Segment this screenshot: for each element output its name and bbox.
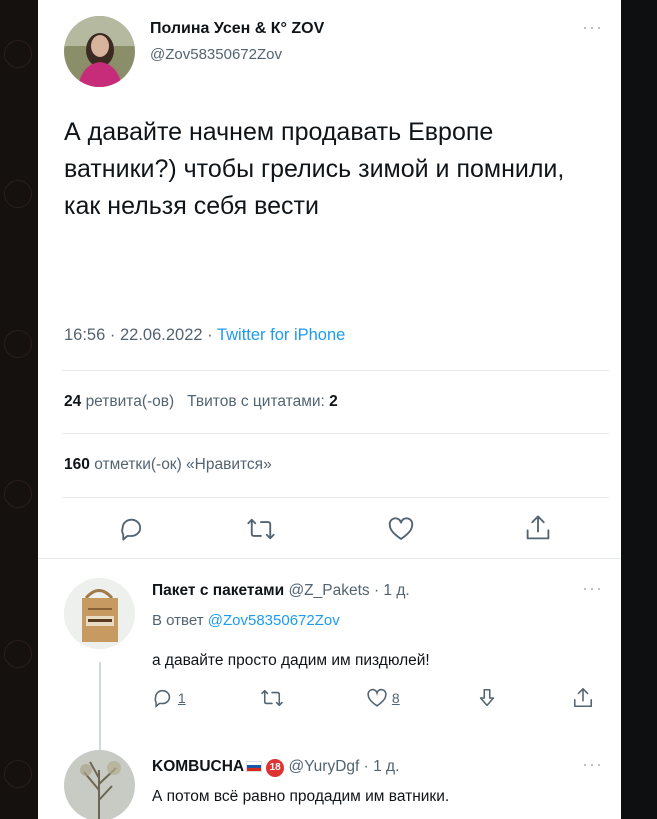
- reply-author-name: Пакет с пакетами: [152, 582, 285, 599]
- tweet-meta: 16:56 · 22.06.2022 · Twitter for iPhone: [64, 326, 346, 344]
- background-left: [0, 0, 38, 819]
- retweet-stats: 24 ретвита(-ов) Твитов с цитатами: 2: [64, 393, 338, 411]
- heart-icon: [367, 688, 387, 707]
- author-handle[interactable]: @Zov58350672Zov: [150, 46, 282, 63]
- tweet-text: А давайте начнем продавать Европе ватник…: [64, 118, 565, 220]
- reply-to-label: В ответ: [152, 612, 204, 629]
- reply-to-handle[interactable]: @Zov58350672Zov: [208, 612, 340, 629]
- retweet-icon: [261, 689, 283, 707]
- more-icon[interactable]: ···: [582, 755, 603, 773]
- reply-retweet-button[interactable]: [260, 688, 284, 711]
- reply-count: 1: [177, 690, 186, 706]
- author-avatar[interactable]: [64, 16, 135, 87]
- divider: [62, 497, 609, 498]
- likes-label: отметки(-ок) «Нравится»: [94, 456, 272, 473]
- russia-flag-icon: [246, 761, 263, 772]
- tweet-date[interactable]: 22.06.2022: [120, 326, 203, 344]
- reply-like-button[interactable]: 8: [366, 687, 400, 709]
- author-name[interactable]: Полина Усен & К° ZOV: [150, 20, 324, 38]
- age-18-icon: 18: [266, 759, 285, 777]
- reply-share-button[interactable]: [572, 686, 594, 713]
- reply-icon[interactable]: [118, 515, 146, 543]
- reply-icon: [154, 689, 171, 708]
- reply-author-name: KOMBUCHA: [152, 758, 245, 775]
- reply-reply-button[interactable]: 1: [152, 687, 186, 709]
- retweets-label: ретвита(-ов): [85, 393, 175, 410]
- retweets-count: 24: [64, 393, 82, 410]
- tweet-source[interactable]: Twitter for iPhone: [217, 326, 345, 344]
- reply-handle-time: @Z_Pakets · 1 д.: [288, 582, 410, 599]
- reply-handle-time: @YuryDgf · 1 д.: [288, 758, 400, 775]
- background-right: [621, 0, 657, 819]
- retweets-link[interactable]: 24 ретвита(-ов): [64, 393, 174, 410]
- retweet-icon[interactable]: [246, 516, 276, 542]
- like-stats[interactable]: 160 отметки(-ок) «Нравится»: [64, 456, 272, 474]
- reply-avatar[interactable]: [64, 578, 135, 649]
- more-icon[interactable]: ···: [582, 18, 603, 36]
- divider: [62, 433, 609, 434]
- likes-count: 160: [64, 456, 90, 473]
- divider: [38, 558, 621, 559]
- quotes-count: 2: [329, 393, 338, 410]
- reply-avatar[interactable]: [64, 750, 135, 819]
- share-icon: [573, 688, 593, 708]
- reply-to: В ответ @Zov58350672Zov: [152, 612, 340, 629]
- reply-author[interactable]: Пакет с пакетами @Z_Pakets · 1 д.: [152, 582, 410, 600]
- reply-text: А потом всё равно продадим им ватники.: [152, 788, 450, 805]
- reply-text: а давайте просто дадим им пиздюлей!: [152, 652, 430, 669]
- tweet-time[interactable]: 16:56: [64, 326, 105, 344]
- tip-icon: [479, 688, 495, 707]
- quotes-label: Твитов с цитатами:: [187, 393, 325, 410]
- heart-icon[interactable]: [387, 515, 415, 543]
- quotes-link[interactable]: Твитов с цитатами: 2: [187, 393, 338, 410]
- share-icon[interactable]: [524, 513, 552, 543]
- reply-tip-button[interactable]: [476, 687, 498, 712]
- tweet-card: Полина Усен & К° ZOV @Zov58350672Zov ···…: [38, 0, 621, 819]
- more-icon[interactable]: ···: [582, 579, 603, 597]
- reply-author[interactable]: KOMBUCHA 18 @YuryDgf · 1 д.: [152, 758, 399, 777]
- like-count: 8: [391, 690, 400, 706]
- divider: [62, 370, 609, 371]
